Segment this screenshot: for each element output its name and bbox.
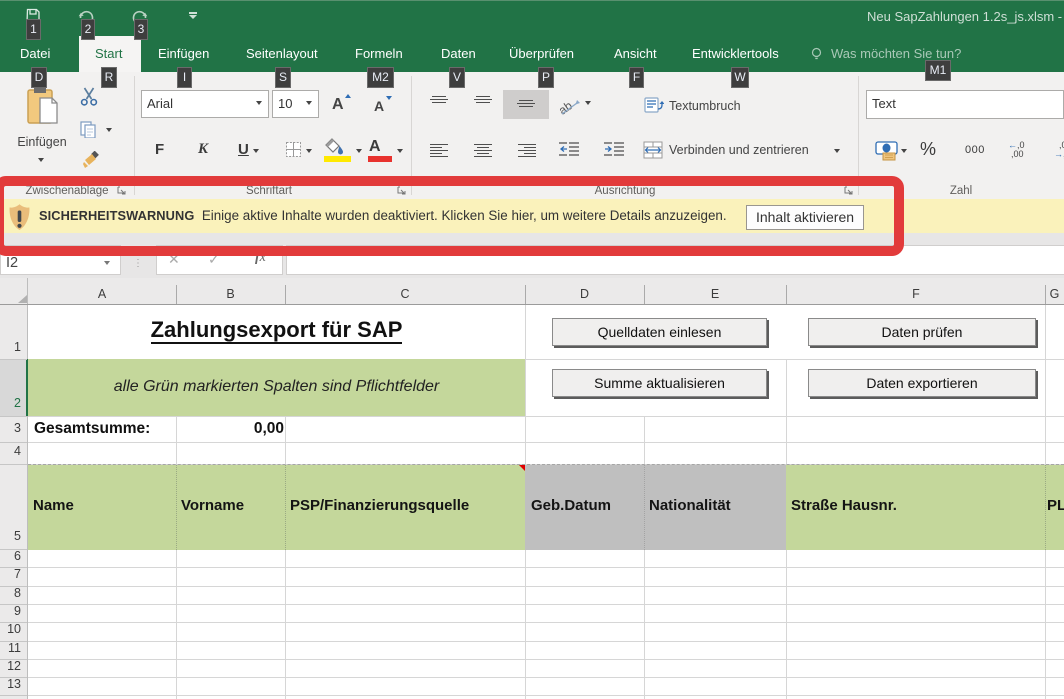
svg-text:ab: ab [558, 98, 575, 117]
